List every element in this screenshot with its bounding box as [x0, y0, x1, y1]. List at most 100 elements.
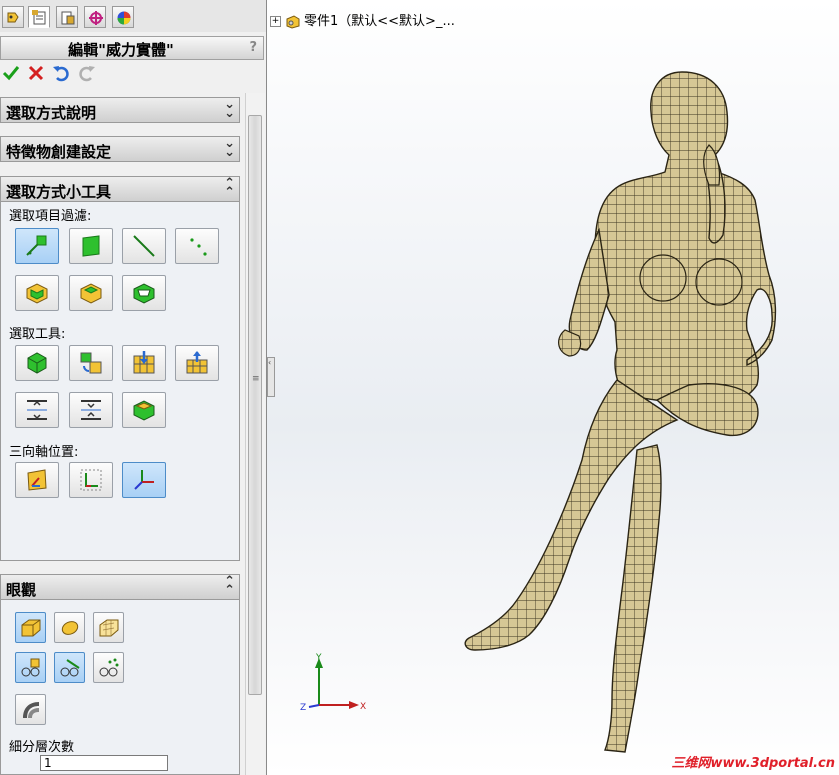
section-title: 眼觀	[6, 581, 37, 599]
section-feature-settings[interactable]: 特徵物創建設定 ⌄ ⌄	[0, 136, 240, 162]
chevron-up-icon[interactable]: ⌃ ⌃	[224, 177, 235, 199]
filter-all-icon	[26, 235, 47, 256]
solid-filter-icon	[133, 283, 155, 304]
shaded-box-icon	[21, 619, 40, 636]
configuration-icon	[61, 11, 75, 25]
section-title: 選取方式說明	[6, 104, 97, 122]
tab-configuration-manager[interactable]	[56, 6, 78, 28]
panel-tabs	[0, 0, 266, 32]
filter-face-loop-button[interactable]	[69, 275, 113, 311]
panel-scrollbar[interactable]: ≡	[245, 93, 265, 775]
page-title: 編輯"威力實體"	[68, 41, 174, 59]
axis-triad: Y X Z	[300, 653, 366, 713]
edge-filter-icon	[133, 235, 155, 257]
select-up-button[interactable]	[175, 345, 219, 381]
display-smooth-button[interactable]	[54, 612, 85, 643]
axis-z-label: Z	[300, 703, 306, 713]
triad-box-icon	[27, 469, 47, 491]
select-grow-button[interactable]	[69, 345, 113, 381]
triad-corner-icon	[80, 469, 102, 491]
subdivision-label: 細分層次數	[9, 740, 75, 755]
panel-collapse-handle[interactable]: ‹	[267, 357, 275, 397]
cancel-x-icon[interactable]	[27, 64, 45, 82]
crosshair-icon	[89, 11, 103, 25]
filter-edge-button[interactable]	[122, 228, 166, 264]
redo-icon[interactable]	[78, 64, 96, 82]
display-edge-glasses-button[interactable]	[54, 652, 85, 683]
wireframe-figure-model[interactable]	[427, 60, 839, 760]
triad-free-button[interactable]	[122, 462, 166, 498]
filter-face-button[interactable]	[69, 228, 113, 264]
display-vertex-glasses-button[interactable]	[93, 652, 124, 683]
ellipse-icon	[61, 620, 78, 635]
display-surface-button[interactable]	[15, 694, 46, 725]
expand-button[interactable]	[15, 392, 59, 428]
ok-check-icon[interactable]	[2, 64, 20, 82]
select-tools-body: 選取項目過濾: 選取工具: 三向軸位置:	[0, 202, 240, 561]
feature-tree-root[interactable]: + 零件1（默认<<默认>_...	[270, 10, 455, 29]
property-icon	[32, 10, 46, 25]
triad-local-button[interactable]	[69, 462, 113, 498]
feature-tree-icon	[7, 12, 19, 23]
display-wire-button[interactable]	[93, 612, 124, 643]
select-tool-label: 選取工具:	[9, 327, 66, 342]
glasses-face-icon	[21, 658, 39, 676]
filter-solid-button[interactable]	[122, 275, 166, 311]
expand-icon	[27, 400, 47, 420]
subdivision-input[interactable]: 1	[40, 755, 168, 771]
grid-grow-icon	[80, 352, 102, 374]
section-select-help[interactable]: 選取方式說明 ⌄ ⌄	[0, 97, 240, 123]
section-title: 選取方式小工具	[6, 183, 112, 201]
grid-up-icon	[186, 351, 208, 374]
triad-label: 三向軸位置:	[9, 445, 79, 460]
action-bar	[0, 62, 264, 84]
tree-root-label: 零件1（默认<<默认>_...	[304, 14, 455, 29]
triad-axes-icon	[134, 470, 154, 490]
tab-dimxpert[interactable]	[84, 6, 106, 28]
filter-body-button[interactable]	[15, 275, 59, 311]
panel-scroll-area: 選取方式說明 ⌄ ⌄ 特徵物創建設定 ⌄ ⌄ 選取方式小工具 ⌃ ⌃ 選取項目過濾:	[0, 93, 244, 775]
glasses-edge-icon	[60, 658, 80, 676]
chevron-down-icon[interactable]: ⌄ ⌄	[224, 98, 235, 120]
face-loop-icon	[80, 283, 102, 304]
select-box-button[interactable]	[15, 345, 59, 381]
expand-plus-icon[interactable]: +	[270, 16, 281, 27]
tab-display-manager[interactable]	[112, 6, 134, 28]
undo-icon[interactable]	[52, 64, 70, 82]
chevron-down-icon[interactable]: ⌄ ⌄	[224, 137, 235, 159]
display-shaded-button[interactable]	[15, 612, 46, 643]
display-body: 細分層次數	[0, 600, 240, 775]
property-manager-panel: 編輯"威力實體" ? 選取方式說明 ⌄ ⌄ 特徵物創建設定 ⌄ ⌄ 選取方式小工具 …	[0, 0, 267, 775]
filter-all-button[interactable]	[15, 228, 59, 264]
part-icon	[286, 14, 300, 29]
scrollbar-thumb[interactable]: ≡	[248, 115, 262, 695]
body-filter-icon	[26, 283, 48, 304]
section-display[interactable]: 眼觀 ⌃ ⌃	[0, 574, 240, 600]
filter-label: 選取項目過濾:	[9, 209, 92, 224]
section-title: 特徵物創建設定	[6, 143, 112, 161]
section-select-tools[interactable]: 選取方式小工具 ⌃ ⌃	[0, 176, 240, 202]
scroll-grip-icon: ≡	[252, 374, 260, 384]
surface-curve-icon	[22, 701, 39, 718]
shrink-icon	[81, 400, 101, 420]
help-icon[interactable]: ?	[249, 40, 257, 55]
loop-select-icon	[133, 400, 155, 421]
grid-down-icon	[133, 351, 155, 374]
select-down-button[interactable]	[122, 345, 166, 381]
axis-y-label: Y	[315, 653, 322, 663]
cube-icon	[27, 352, 47, 374]
chevron-up-icon[interactable]: ⌃ ⌃	[224, 575, 235, 597]
triad-global-button[interactable]	[15, 462, 59, 498]
watermark-text: 三维网www.3dportal.cn	[671, 756, 835, 771]
select-loop-button[interactable]	[122, 392, 166, 428]
filter-vertex-button[interactable]	[175, 228, 219, 264]
axis-x-label: X	[360, 702, 366, 712]
tab-feature-manager[interactable]	[2, 6, 24, 28]
shrink-button[interactable]	[69, 392, 113, 428]
feature-title-bar: 編輯"威力實體" ?	[0, 36, 264, 60]
vertex-filter-icon	[190, 238, 207, 256]
display-face-glasses-button[interactable]	[15, 652, 46, 683]
face-filter-icon	[82, 235, 100, 257]
tab-property-manager[interactable]	[28, 6, 50, 28]
graphics-viewport[interactable]: + 零件1（默认<<默认>_... ‹ Y X Z 三维网www.3dporta…	[267, 0, 839, 775]
